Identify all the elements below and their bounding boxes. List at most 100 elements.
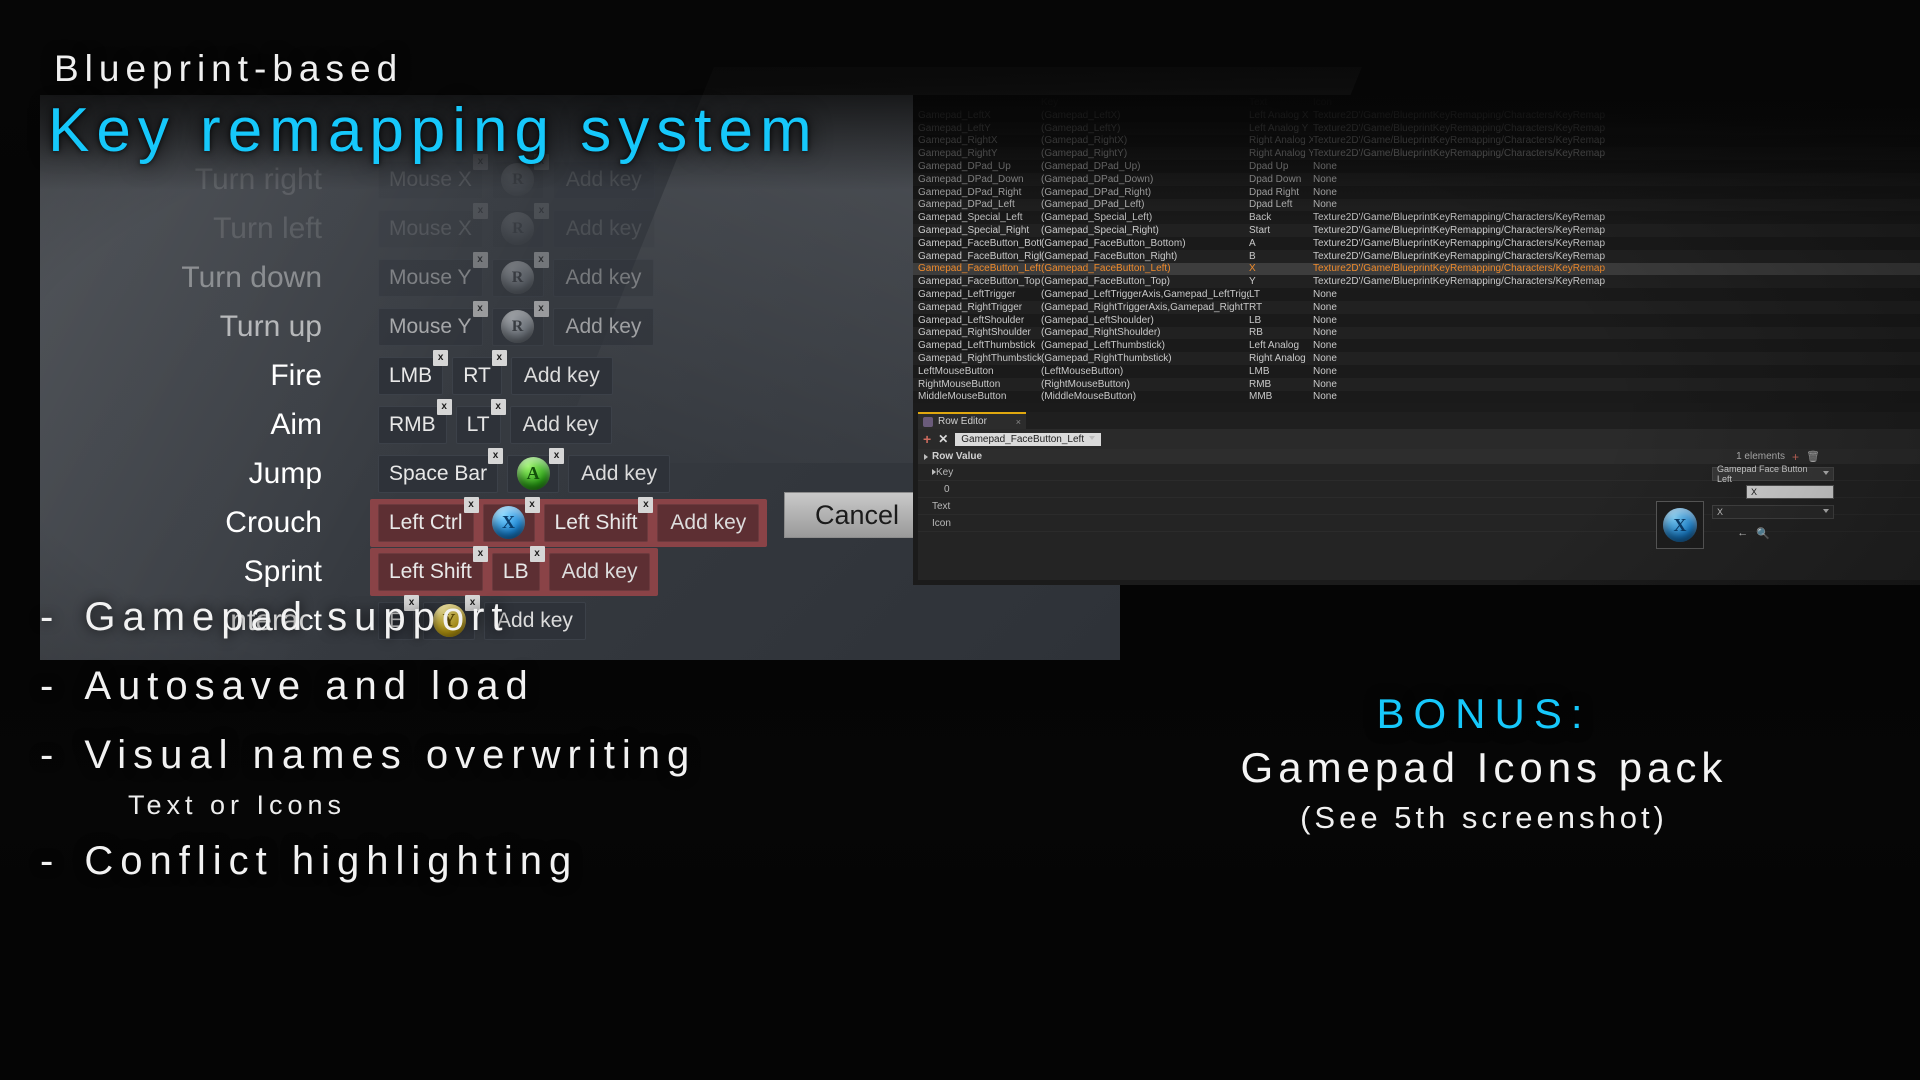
- remove-key-icon[interactable]: x: [472, 545, 488, 562]
- remove-row-button[interactable]: ✕: [938, 432, 948, 446]
- gamepad-r-button-chip[interactable]: Rx: [491, 300, 549, 346]
- table-cell-icon: None: [1313, 161, 1337, 173]
- key-chip[interactable]: RT x: [452, 349, 507, 395]
- table-cell-text: Dpad Right: [1249, 186, 1300, 198]
- table-cell-name: Gamepad_RightX: [918, 135, 998, 147]
- remove-key-icon[interactable]: x: [638, 496, 654, 513]
- table-cell-text: LT: [1249, 289, 1260, 301]
- table-cell-key: (Gamepad_RightY): [1041, 148, 1128, 160]
- add-key-button[interactable]: Add key: [548, 552, 651, 591]
- icon-thumbnail[interactable]: X: [1656, 501, 1704, 549]
- table-row[interactable]: Gamepad_FaceButton_Left (Gamepad_FaceButt…: [913, 262, 1920, 276]
- remove-key-icon[interactable]: x: [488, 447, 504, 464]
- table-row[interactable]: Gamepad_Special_Left (Gamepad_Special_Lef…: [913, 211, 1920, 225]
- table-row[interactable]: Gamepad_LeftTrigger (Gamepad_LeftTriggerA…: [913, 288, 1920, 301]
- add-key-button[interactable]: Add key: [510, 356, 613, 395]
- key-chip[interactable]: LB x: [491, 545, 545, 591]
- key-chip[interactable]: Mouse Yx: [378, 300, 488, 346]
- key-chip-label: LT: [466, 412, 490, 436]
- remove-key-icon[interactable]: x: [472, 251, 488, 268]
- row-value-label: Row Value: [932, 451, 983, 462]
- datatable-grid[interactable]: Key Text Icon Gamepad_LeftX (Gamepad_LeftX) L…: [913, 95, 1920, 404]
- key-chip[interactable]: Space Bar x: [378, 447, 504, 493]
- gamepad-a-button-chip[interactable]: Ax: [507, 447, 565, 493]
- key-chip[interactable]: RMB x: [378, 398, 452, 444]
- add-key-button[interactable]: Add key: [552, 160, 655, 199]
- table-row[interactable]: Gamepad_LeftShoulder (Gamepad_LeftShoulde…: [913, 313, 1920, 327]
- key-chip[interactable]: Left Shift x: [543, 496, 654, 542]
- table-row[interactable]: Gamepad_RightY (Gamepad_RightY) Right Anal…: [913, 147, 1920, 161]
- remove-key-icon[interactable]: x: [472, 202, 488, 219]
- table-row[interactable]: Gamepad_RightTrigger (Gamepad_RightTrigge…: [913, 300, 1920, 314]
- table-row[interactable]: RightMouseButton (RightMouseButton) RMB Non…: [913, 377, 1920, 391]
- gamepad-r-button-chip[interactable]: Rx: [491, 251, 549, 297]
- table-row[interactable]: Gamepad_LeftY (Gamepad_LeftY) Left Analog …: [913, 121, 1920, 135]
- table-row[interactable]: MiddleMouseButton (MiddleMouseButton) MMB N…: [913, 390, 1920, 404]
- table-row[interactable]: Gamepad_DPad_Up (Gamepad_DPad_Up) Dpad Up N…: [913, 160, 1920, 173]
- table-row[interactable]: Gamepad_RightThumbstick (Gamepad_RightThu…: [913, 352, 1920, 365]
- icon-value-field[interactable]: X: [1712, 505, 1834, 519]
- text-value-input[interactable]: X: [1746, 485, 1834, 499]
- close-icon[interactable]: ×: [1016, 417, 1021, 427]
- row-editor-values: 1 elements + 🗑 Gamepad Face Button Left …: [1388, 449, 1920, 580]
- add-element-icon[interactable]: +: [1792, 450, 1799, 464]
- table-row[interactable]: LeftMouseButton (LeftMouseButton) LMB None: [913, 364, 1920, 378]
- key-chip[interactable]: Mouse Xx: [378, 153, 488, 199]
- column-header[interactable]: Text: [1249, 97, 1313, 108]
- gamepad-r-button-chip[interactable]: Rx: [491, 153, 549, 199]
- add-key-button[interactable]: Add key: [552, 307, 655, 346]
- table-row[interactable]: Gamepad_Special_Right (Gamepad_Special_Ri…: [913, 224, 1920, 237]
- table-row[interactable]: Gamepad_FaceButton_Top (Gamepad_FaceButto…: [913, 275, 1920, 289]
- key-chip[interactable]: Left Shift x: [378, 545, 488, 591]
- column-header[interactable]: Icon: [1313, 97, 1920, 108]
- table-row[interactable]: Gamepad_RightX (Gamepad_RightX) Right Anal…: [913, 134, 1920, 148]
- add-key-button[interactable]: Add key: [552, 258, 655, 297]
- table-row[interactable]: Gamepad_FaceButton_Right (Gamepad_FaceBut…: [913, 249, 1920, 263]
- remove-key-icon[interactable]: x: [533, 300, 549, 317]
- remove-key-icon[interactable]: x: [549, 447, 565, 464]
- row-select-dropdown[interactable]: Gamepad_FaceButton_Left: [955, 432, 1102, 446]
- key-value-dropdown[interactable]: Gamepad Face Button Left: [1712, 464, 1834, 484]
- table-row[interactable]: Gamepad_RightShoulder (Gamepad_RightShoul…: [913, 326, 1920, 340]
- add-key-button[interactable]: Add key: [568, 454, 670, 493]
- tab-row-editor[interactable]: Row Editor ×: [918, 412, 1026, 429]
- table-row[interactable]: Gamepad_LeftThumbstick (Gamepad_LeftThumb…: [913, 339, 1920, 353]
- gamepad-r-button-chip[interactable]: Rx: [491, 202, 549, 248]
- key-chip[interactable]: Mouse Yx: [378, 251, 488, 297]
- remove-key-icon[interactable]: x: [524, 496, 540, 513]
- add-key-button[interactable]: Add key: [657, 503, 760, 542]
- remove-key-icon[interactable]: x: [433, 349, 449, 366]
- cancel-button[interactable]: Cancel: [784, 492, 930, 538]
- key-chip[interactable]: LT x: [455, 398, 506, 444]
- column-header[interactable]: Key: [1041, 97, 1249, 108]
- remove-key-icon[interactable]: x: [490, 398, 506, 415]
- remove-key-icon[interactable]: x: [463, 496, 479, 513]
- gamepad-x-button-chip[interactable]: Xx: [482, 496, 540, 542]
- remove-key-icon[interactable]: x: [533, 202, 549, 219]
- table-row[interactable]: Gamepad_DPad_Down (Gamepad_DPad_Down) Dpad…: [913, 172, 1920, 186]
- table-row[interactable]: Gamepad_DPad_Left (Gamepad_DPad_Left) Dpad…: [913, 198, 1920, 212]
- table-cell-text: Back: [1249, 212, 1272, 224]
- remove-key-icon[interactable]: x: [491, 349, 507, 366]
- key-chip[interactable]: Left Ctrl x: [378, 496, 479, 542]
- add-key-button[interactable]: Add key: [552, 209, 655, 248]
- table-row[interactable]: Gamepad_DPad_Right (Gamepad_DPad_Right) Dp…: [913, 185, 1920, 199]
- table-row[interactable]: Gamepad_LeftX (Gamepad_LeftX) Left Analog …: [913, 109, 1920, 122]
- delete-element-icon[interactable]: 🗑: [1806, 450, 1820, 463]
- table-cell-icon: Texture2D'/Game/BlueprintKeyRemapping/Ch…: [1313, 212, 1606, 224]
- remove-key-icon[interactable]: x: [436, 398, 452, 415]
- browse-back-icon[interactable]: ←: [1737, 527, 1748, 540]
- add-key-button[interactable]: Add key: [509, 405, 612, 444]
- feature-bullet: - Conflict highlighting: [40, 839, 696, 884]
- remove-key-icon[interactable]: x: [472, 300, 488, 317]
- search-icon[interactable]: 🔍: [1756, 527, 1770, 540]
- key-chip[interactable]: LMB x: [378, 349, 449, 395]
- table-row[interactable]: Gamepad_FaceButton_Bottom(Gamepad_FaceBu…: [913, 236, 1920, 250]
- table-cell-key: (Gamepad_LeftY): [1041, 122, 1121, 134]
- key-chip-label: Mouse Y: [389, 265, 472, 289]
- add-row-button[interactable]: +: [923, 431, 931, 447]
- remove-key-icon[interactable]: x: [533, 251, 549, 268]
- remove-key-icon[interactable]: x: [529, 545, 545, 562]
- key-chip-label: Space Bar: [389, 461, 488, 485]
- key-chip[interactable]: Mouse Xx: [378, 202, 488, 248]
